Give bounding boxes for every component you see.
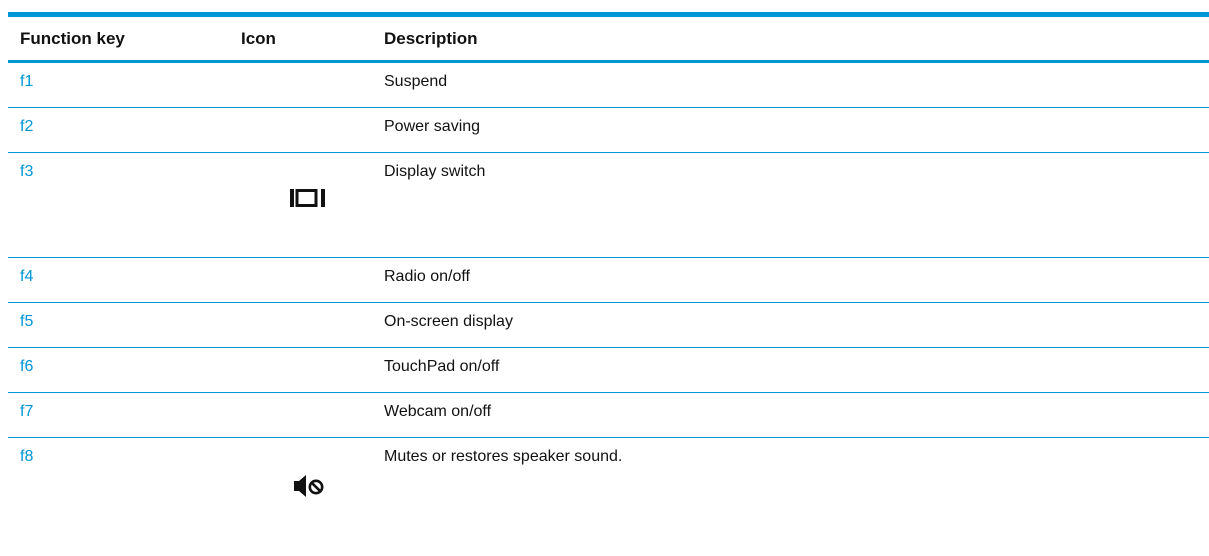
header-function-key: Function key (8, 17, 224, 63)
icon-cell (224, 257, 368, 303)
icon-cell (224, 152, 368, 258)
table-row: f8 Mutes or restores speaker sound. (8, 438, 1209, 519)
table-row: f7 Webcam on/off (8, 392, 1209, 438)
icon-cell (224, 302, 368, 348)
description-cell: Display switch (368, 152, 1209, 258)
table-row: f1 Suspend (8, 61, 1209, 108)
function-key-table: Function key Icon Description f1 Suspend… (8, 17, 1209, 518)
icon-cell (224, 392, 368, 438)
icon-cell (224, 61, 368, 108)
description-cell: On-screen display (368, 302, 1209, 348)
table-row: f3 Display switch (8, 152, 1209, 258)
function-key-link-f1[interactable]: f1 (8, 61, 224, 108)
icon-cell (224, 347, 368, 393)
description-cell: Mutes or restores speaker sound. (384, 448, 623, 465)
table-row: f5 On-screen display (8, 302, 1209, 348)
description-cell: Power saving (368, 107, 1209, 153)
function-key-link-f5[interactable]: f5 (8, 302, 224, 348)
display-switch-icon (290, 189, 325, 207)
table-row: f2 Power saving (8, 107, 1209, 153)
function-key-link-f7[interactable]: f7 (8, 392, 224, 438)
description-cell: Suspend (368, 61, 1209, 108)
description-cell: Radio on/off (368, 257, 1209, 303)
function-key-table-page: Function key Icon Description f1 Suspend… (0, 0, 1209, 556)
icon-cell (224, 107, 368, 153)
icon-cell (224, 438, 368, 519)
function-key-link-f2[interactable]: f2 (8, 107, 224, 153)
function-key-link-f4[interactable]: f4 (8, 257, 224, 303)
function-key-link-f8[interactable]: f8 (8, 438, 224, 519)
header-icon: Icon (224, 17, 368, 63)
table-header-row: Function key Icon Description (8, 17, 1209, 63)
description-cell: Webcam on/off (368, 392, 1209, 438)
function-key-link-f3[interactable]: f3 (8, 152, 224, 258)
table-row: f4 Radio on/off (8, 257, 1209, 303)
mute-icon (294, 475, 324, 497)
table-row: f6 TouchPad on/off (8, 347, 1209, 393)
function-key-link-f6[interactable]: f6 (8, 347, 224, 393)
description-cell: TouchPad on/off (368, 347, 1209, 393)
header-description: Description (368, 17, 1209, 63)
